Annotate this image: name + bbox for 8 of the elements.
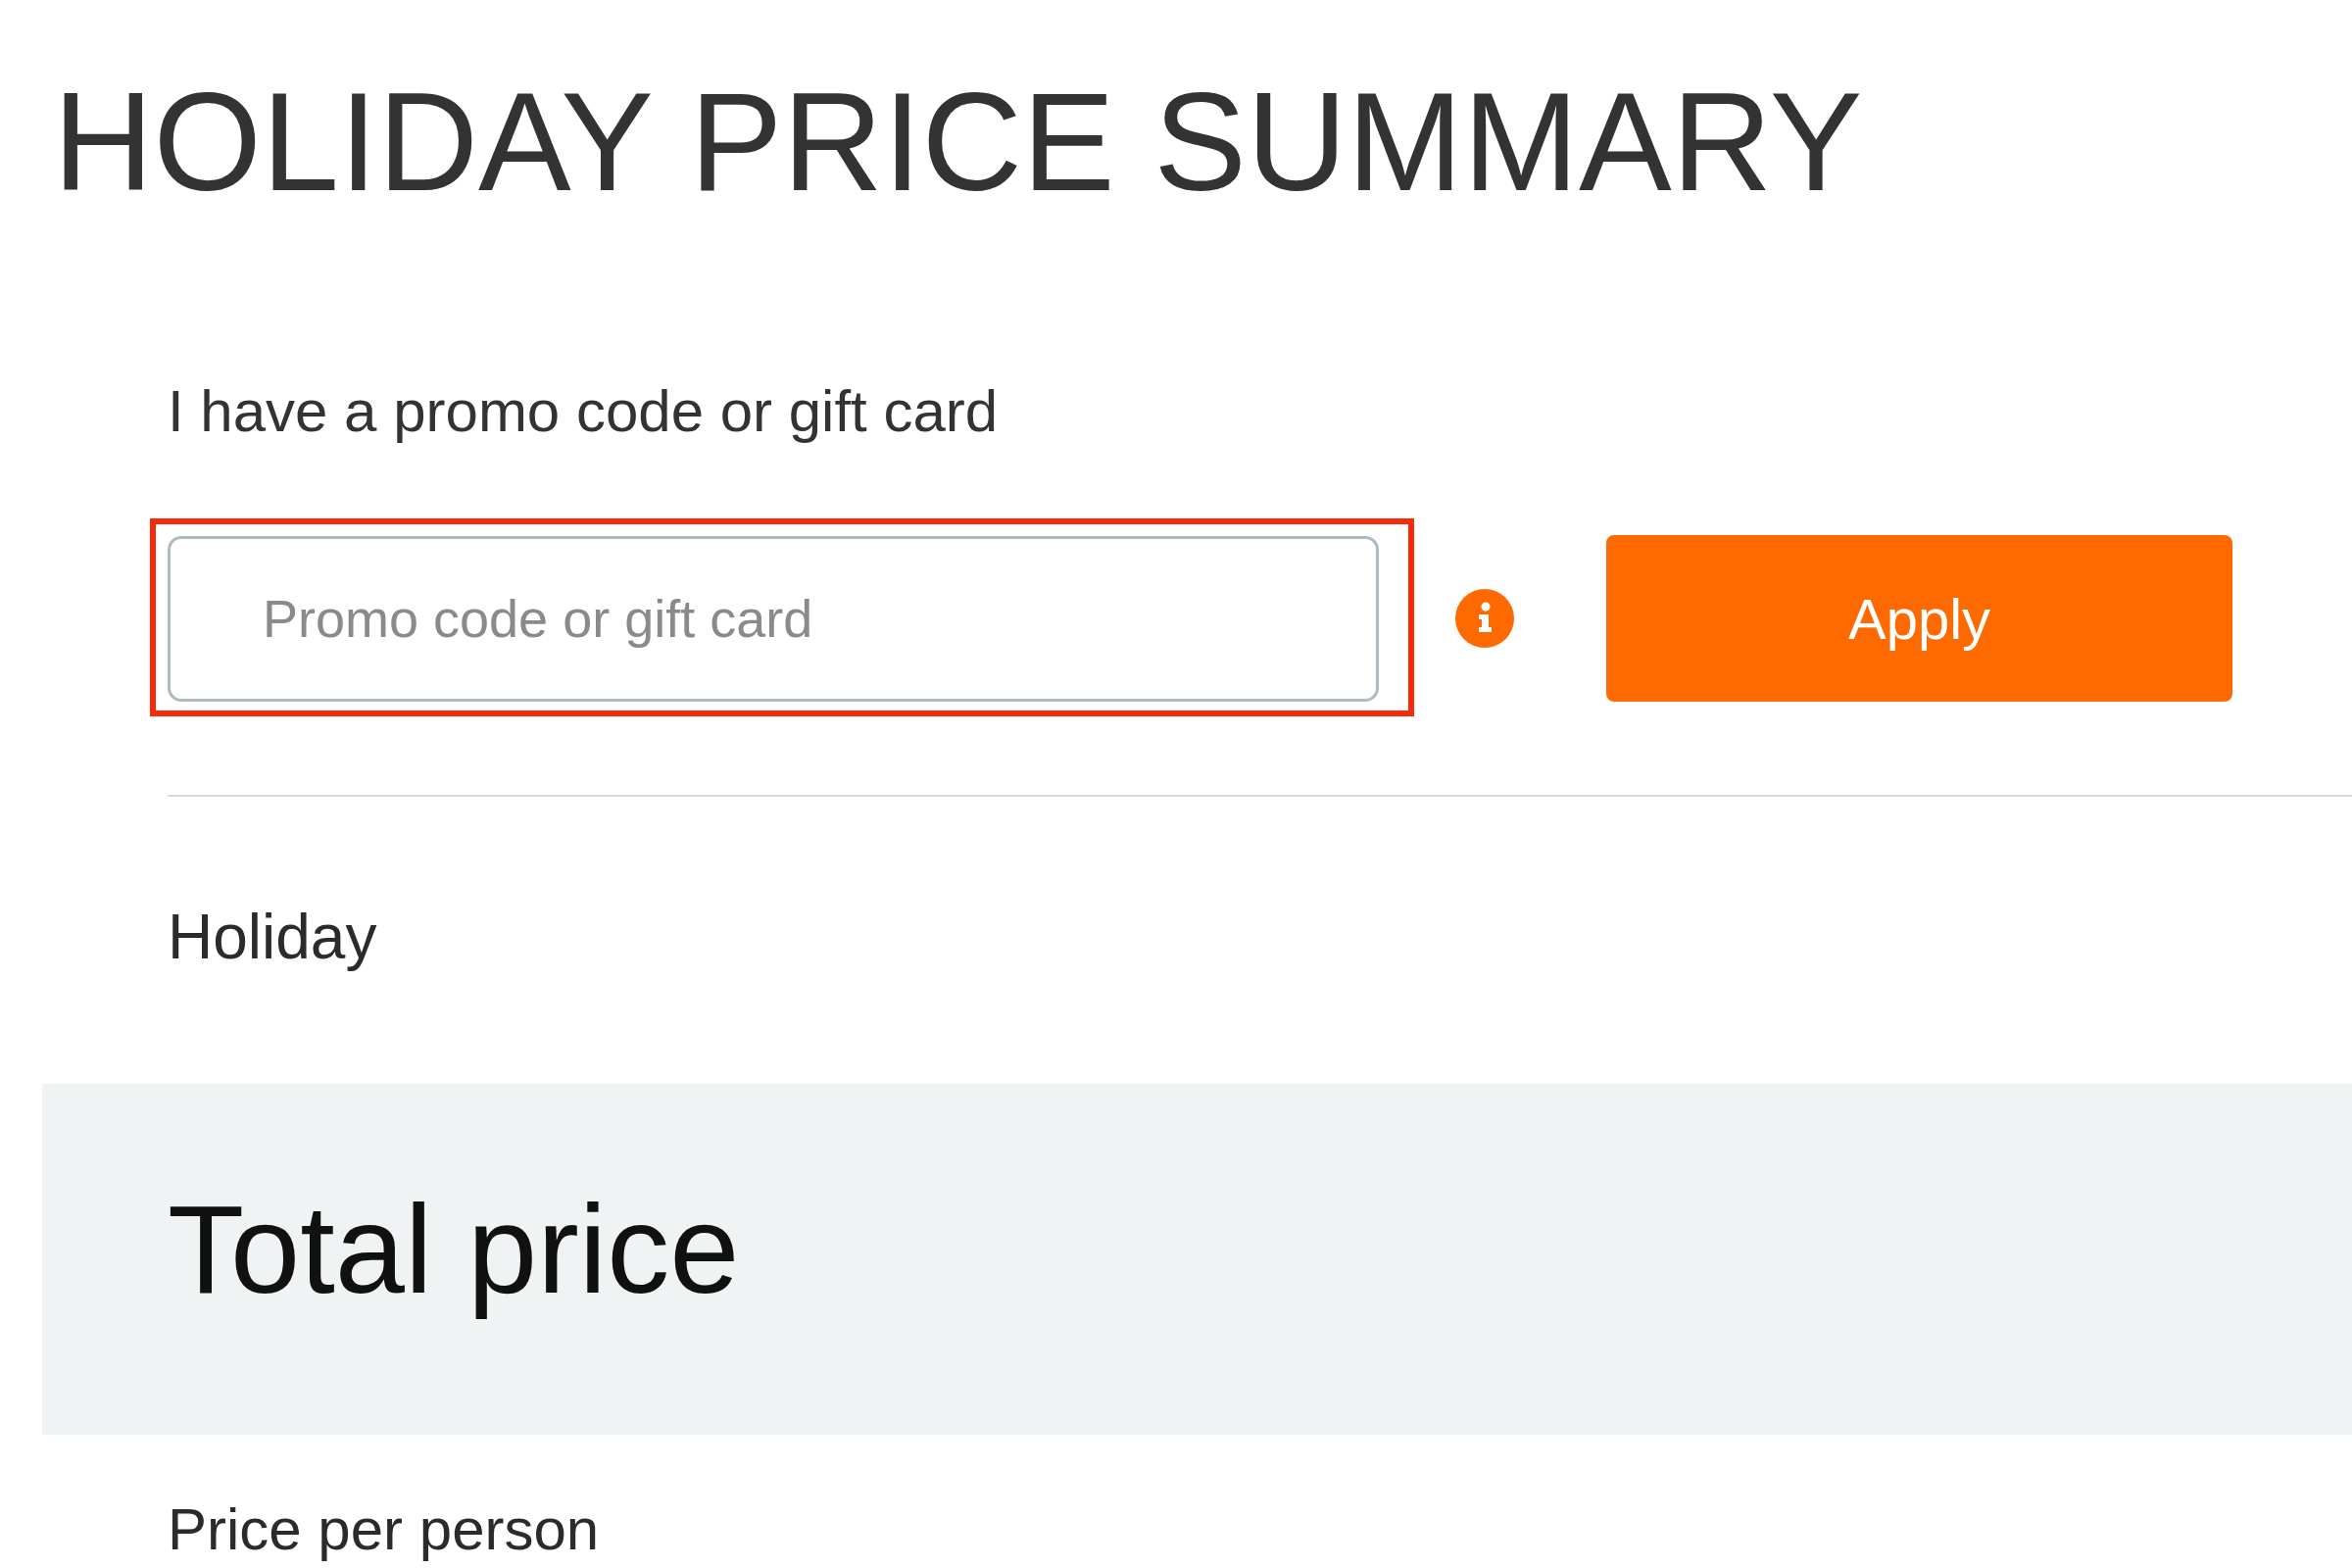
total-price-heading: Total price xyxy=(168,1177,740,1321)
price-per-person-label: Price per person xyxy=(168,1494,600,1563)
holiday-heading: Holiday xyxy=(168,901,377,974)
info-icon[interactable] xyxy=(1455,589,1514,648)
promo-code-input[interactable]: Promo code or gift card xyxy=(168,535,1379,702)
promo-label: I have a promo code or gift card xyxy=(168,377,999,446)
page-title: HOLIDAY PRICE SUMMARY xyxy=(53,73,1863,212)
apply-button[interactable]: Apply xyxy=(1606,535,2232,702)
